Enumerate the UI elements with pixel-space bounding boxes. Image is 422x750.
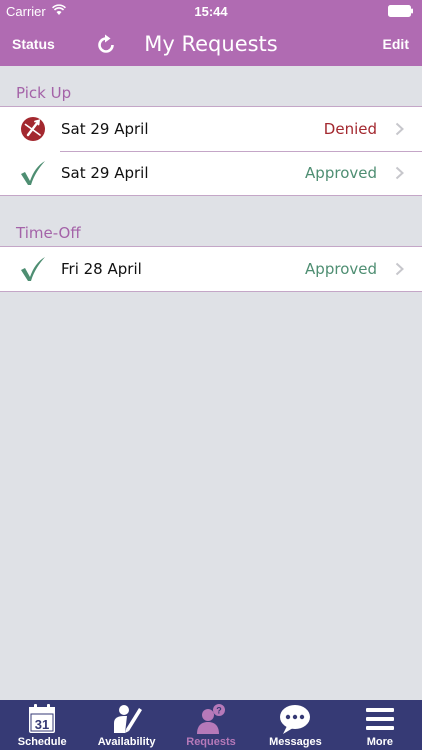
chevron-right-icon (395, 262, 404, 276)
pick-up-list: Sat 29 April Denied Sat 29 April Approve… (0, 106, 422, 196)
checkmark-icon (21, 161, 45, 185)
menu-icon (365, 708, 394, 730)
request-status: Approved (305, 260, 377, 278)
request-date: Sat 29 April (61, 164, 149, 182)
request-row[interactable]: Fri 28 April Approved (0, 247, 422, 291)
tab-bar: 31 Schedule Availability ? Requests Mess… (0, 700, 422, 750)
status-bar: Carrier 15:44 (0, 0, 422, 22)
section-title: Time-Off (16, 224, 81, 242)
page-title: My Requests (144, 32, 278, 56)
chevron-right-icon (395, 166, 404, 180)
speech-bubble-icon (280, 705, 311, 734)
request-row[interactable]: Sat 29 April Denied (0, 107, 422, 151)
tab-label: Schedule (17, 736, 67, 748)
request-status: Approved (305, 164, 377, 182)
tab-label: Requests (186, 736, 236, 748)
section-title: Pick Up (16, 84, 72, 102)
request-row[interactable]: Sat 29 April Approved (0, 151, 422, 195)
svg-text:?: ? (216, 706, 222, 716)
tab-label: Messages (269, 736, 322, 748)
denied-icon (21, 117, 45, 141)
tab-label: More (366, 736, 393, 748)
tab-more[interactable]: More (338, 700, 422, 750)
section-header-time-off: Time-Off (0, 206, 422, 246)
top-bar: Carrier 15:44 Status My Requests Edit (0, 0, 422, 66)
calendar-icon: 31 (29, 704, 56, 733)
person-writing-icon (113, 705, 142, 733)
person-question-icon: ? (197, 704, 226, 734)
chevron-right-icon (395, 122, 404, 136)
clock: 15:44 (194, 4, 228, 19)
calendar-day: 31 (35, 717, 49, 732)
tab-label: Availability (97, 736, 156, 748)
checkmark-icon (21, 257, 45, 281)
tab-messages[interactable]: Messages (253, 700, 337, 750)
tab-schedule[interactable]: 31 Schedule (0, 700, 84, 750)
row-divider (60, 151, 422, 152)
request-date: Sat 29 April (61, 120, 149, 138)
edit-button[interactable]: Edit (383, 36, 409, 52)
battery-icon (388, 5, 413, 17)
section-header-pick-up: Pick Up (0, 66, 422, 106)
time-off-list: Fri 28 April Approved (0, 246, 422, 292)
request-date: Fri 28 April (61, 260, 142, 278)
request-status: Denied (323, 120, 377, 138)
tab-requests[interactable]: ? Requests (169, 700, 253, 750)
tab-availability[interactable]: Availability (84, 700, 168, 750)
